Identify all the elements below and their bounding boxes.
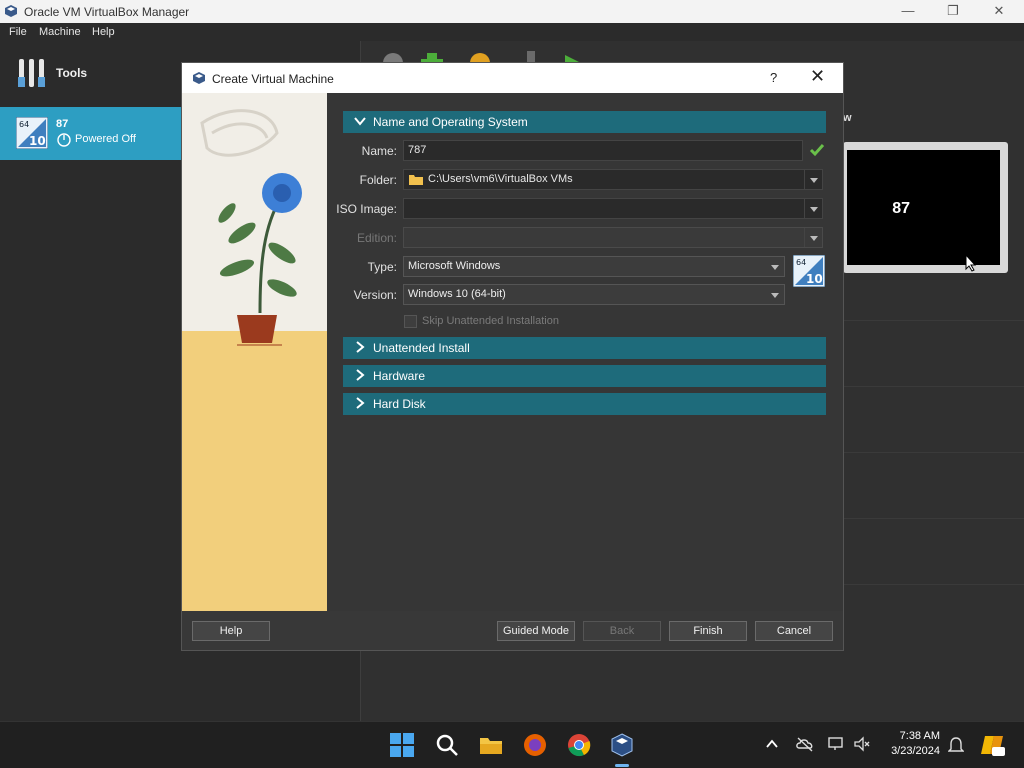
tools-icon[interactable] bbox=[16, 57, 48, 94]
name-input[interactable]: 787 bbox=[403, 140, 803, 161]
chevron-right-icon bbox=[353, 396, 367, 413]
windows-start-icon[interactable] bbox=[389, 732, 415, 758]
folder-icon bbox=[408, 172, 424, 189]
folder-dropdown-arrow[interactable] bbox=[804, 170, 822, 189]
notification-bell-icon[interactable] bbox=[947, 736, 965, 757]
preview-vm-name: 87 bbox=[892, 200, 910, 217]
folder-combo[interactable]: C:\Users\vm6\VirtualBox VMs bbox=[403, 169, 823, 190]
guided-mode-button[interactable]: Guided Mode bbox=[497, 621, 575, 641]
vm-preview: 87 bbox=[843, 142, 1008, 273]
os-badge-64: 64 bbox=[19, 120, 29, 129]
chevron-up-icon[interactable] bbox=[765, 737, 779, 754]
type-label: Type: bbox=[367, 260, 397, 274]
chrome-icon[interactable] bbox=[566, 732, 592, 758]
iso-label: ISO Image: bbox=[336, 202, 397, 216]
file-explorer-icon[interactable] bbox=[478, 732, 504, 758]
chevron-down-icon bbox=[353, 114, 367, 131]
section-hardware[interactable]: Hardware bbox=[343, 365, 826, 387]
section-unattended-label: Unattended Install bbox=[373, 341, 470, 355]
dialog-titlebar: Create Virtual Machine ? ✕ bbox=[182, 63, 843, 93]
menu-help[interactable]: Help bbox=[92, 26, 115, 38]
power-off-icon bbox=[57, 133, 71, 150]
vm-state: Powered Off bbox=[75, 133, 136, 145]
menu-machine[interactable]: Machine bbox=[39, 26, 81, 38]
virtualbox-dialog-icon bbox=[192, 71, 206, 88]
os-badge-64: 64 bbox=[796, 258, 806, 267]
type-dropdown-arrow[interactable] bbox=[766, 257, 784, 276]
active-app-indicator bbox=[615, 764, 629, 767]
back-button: Back bbox=[583, 621, 661, 641]
divider bbox=[843, 386, 1024, 387]
divider bbox=[843, 584, 1024, 585]
section-hardware-label: Hardware bbox=[373, 369, 426, 383]
close-window-button[interactable]: ✕ bbox=[976, 0, 1022, 23]
skip-unattended-label: Skip Unattended Installation bbox=[422, 315, 559, 327]
os-badge-10: 10 bbox=[29, 134, 46, 148]
windows10-64-os-icon: 64 10 bbox=[792, 254, 826, 290]
type-combo[interactable]: Microsoft Windows bbox=[403, 256, 785, 277]
maximize-button[interactable]: ❐ bbox=[930, 0, 976, 23]
wizard-form: Name and Operating System Name: 787 Fold… bbox=[327, 93, 843, 611]
type-value: Microsoft Windows bbox=[408, 260, 501, 272]
section-name-os-label: Name and Operating System bbox=[373, 115, 528, 129]
iso-dropdown-arrow[interactable] bbox=[804, 199, 822, 218]
clock-date: 3/23/2024 bbox=[891, 745, 940, 757]
tools-label: Tools bbox=[56, 66, 88, 80]
help-button[interactable]: Help bbox=[192, 621, 270, 641]
network-icon[interactable] bbox=[827, 736, 845, 755]
folder-label: Folder: bbox=[359, 173, 397, 187]
window-titlebar: Oracle VM VirtualBox Manager — ❐ ✕ bbox=[0, 0, 1024, 23]
windows10-64-os-icon: 64 10 bbox=[15, 116, 49, 152]
divider bbox=[843, 518, 1024, 519]
firefox-icon[interactable] bbox=[522, 732, 548, 758]
virtualbox-taskbar-icon[interactable] bbox=[609, 732, 635, 758]
divider bbox=[843, 452, 1024, 453]
finish-button[interactable]: Finish bbox=[669, 621, 747, 641]
version-combo[interactable]: Windows 10 (64-bit) bbox=[403, 284, 785, 305]
search-icon[interactable] bbox=[434, 732, 460, 758]
edition-dropdown-arrow bbox=[804, 228, 822, 247]
taskbar: 7:38 AM 3/23/2024 bbox=[0, 721, 1024, 768]
chevron-right-icon bbox=[353, 368, 367, 385]
section-unattended[interactable]: Unattended Install bbox=[343, 337, 826, 359]
name-label: Name: bbox=[361, 144, 397, 158]
create-vm-dialog: Create Virtual Machine ? ✕ Name and Oper… bbox=[181, 62, 844, 651]
folder-value: C:\Users\vm6\VirtualBox VMs bbox=[428, 173, 573, 185]
window-title: Oracle VM VirtualBox Manager bbox=[24, 5, 190, 19]
edition-combo bbox=[403, 227, 823, 248]
mouse-cursor-icon bbox=[965, 253, 977, 275]
vm-name: 87 bbox=[56, 118, 69, 130]
section-hard-disk[interactable]: Hard Disk bbox=[343, 393, 826, 415]
valid-check-icon bbox=[809, 143, 825, 160]
edition-label: Edition: bbox=[356, 231, 397, 245]
menubar: File Machine Help bbox=[0, 23, 360, 41]
onedrive-offline-icon[interactable] bbox=[795, 736, 815, 755]
chevron-right-icon bbox=[353, 340, 367, 357]
os-badge-10: 10 bbox=[806, 272, 823, 286]
preview-label: w bbox=[843, 112, 852, 124]
volume-muted-icon[interactable] bbox=[853, 736, 871, 755]
taskbar-clock[interactable]: 7:38 AM 3/23/2024 bbox=[880, 729, 940, 759]
clock-time: 7:38 AM bbox=[899, 730, 940, 742]
dialog-close-button[interactable]: ✕ bbox=[810, 66, 825, 87]
version-label: Version: bbox=[353, 288, 397, 302]
divider bbox=[843, 320, 1024, 321]
iso-image-combo[interactable] bbox=[403, 198, 823, 219]
minimize-button[interactable]: — bbox=[885, 0, 931, 23]
vm-list-item[interactable]: 64 10 87 Powered Off bbox=[0, 107, 182, 160]
dialog-title: Create Virtual Machine bbox=[212, 72, 334, 86]
version-dropdown-arrow[interactable] bbox=[766, 285, 784, 304]
menu-file[interactable]: File bbox=[9, 26, 27, 38]
wizard-illustration bbox=[182, 93, 327, 611]
section-name-os[interactable]: Name and Operating System bbox=[343, 111, 826, 133]
dialog-help-button[interactable]: ? bbox=[770, 70, 777, 85]
cancel-button[interactable]: Cancel bbox=[755, 621, 833, 641]
section-hard-disk-label: Hard Disk bbox=[373, 397, 426, 411]
virtualbox-app-icon bbox=[4, 4, 18, 21]
version-value: Windows 10 (64-bit) bbox=[408, 288, 506, 300]
copilot-pre-icon[interactable] bbox=[980, 732, 1006, 761]
skip-unattended-checkbox bbox=[404, 315, 417, 328]
